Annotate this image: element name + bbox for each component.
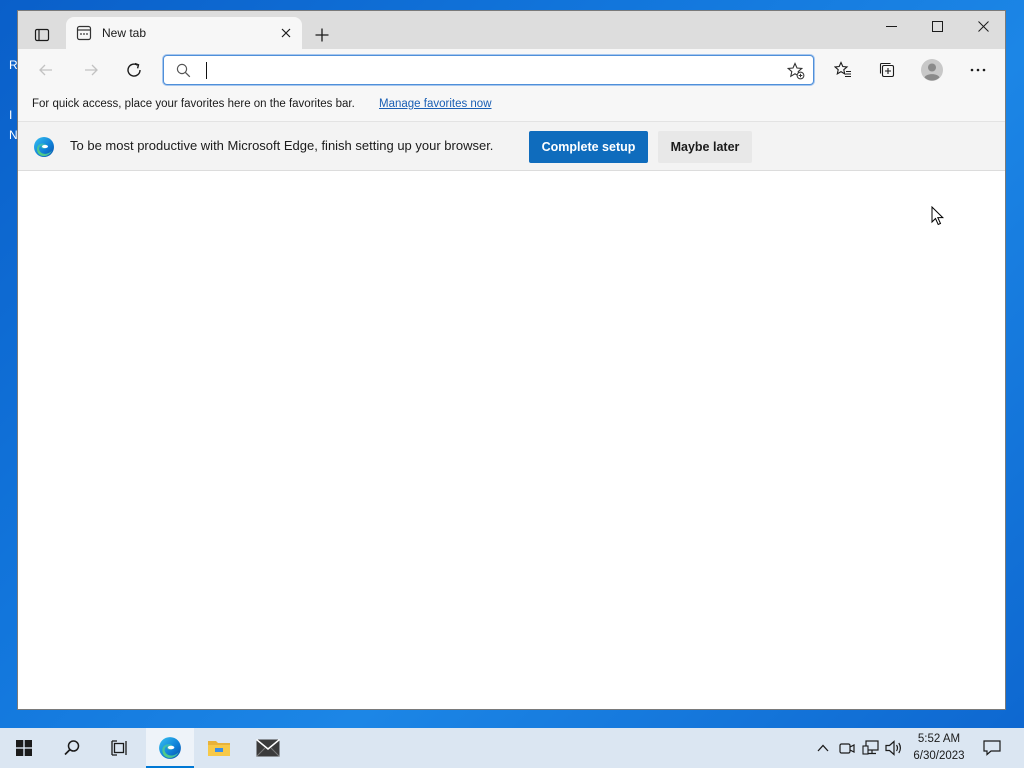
refresh-icon [127, 62, 141, 77]
favorites-button[interactable] [827, 56, 859, 84]
taskbar-mail[interactable] [244, 728, 292, 768]
tab-actions-button[interactable] [26, 19, 58, 51]
speaker-icon [885, 740, 901, 756]
minimize-button[interactable] [868, 11, 914, 41]
close-tab-button[interactable] [276, 23, 296, 43]
windows-start-icon [16, 740, 32, 756]
start-button[interactable] [0, 728, 48, 768]
task-view-button[interactable] [96, 728, 144, 768]
notification-icon [983, 740, 1001, 756]
address-bar[interactable] [163, 55, 814, 85]
chevron-up-icon [817, 744, 829, 752]
navigation-toolbar [18, 49, 1005, 91]
setup-infobar: To be most productive with Microsoft Edg… [18, 121, 1005, 171]
favorites-bar: For quick access, place your favorites h… [18, 91, 1005, 121]
back-arrow-icon [39, 64, 52, 76]
desktop-icon-letter: N [9, 128, 18, 142]
taskbar-file-explorer[interactable] [195, 728, 243, 768]
minimize-icon [885, 25, 897, 27]
maximize-button[interactable] [914, 11, 960, 41]
search-icon [64, 740, 80, 756]
action-center-button[interactable] [980, 736, 1004, 760]
edge-browser-window: New tab For quick access, place your fav… [17, 10, 1006, 710]
text-caret [206, 62, 207, 79]
plus-icon [315, 28, 329, 42]
new-tab-button[interactable] [310, 23, 334, 47]
clock-date: 6/30/2023 [913, 750, 965, 762]
network-icon [862, 740, 879, 755]
mouse-pointer-icon [931, 206, 945, 226]
maximize-icon [931, 20, 943, 32]
desktop-icon-labels: R I N [0, 55, 18, 145]
tab-new-tab[interactable]: New tab [66, 17, 302, 49]
favorites-star-list-icon [834, 61, 851, 78]
forward-button[interactable] [75, 56, 107, 84]
taskbar-search-button[interactable] [48, 728, 96, 768]
avatar-icon [921, 59, 943, 81]
manage-favorites-link[interactable]: Manage favorites now [379, 98, 492, 110]
tab-title: New tab [102, 26, 147, 40]
show-hidden-icons-button[interactable] [814, 739, 832, 757]
taskbar-clock[interactable]: 5:52 AM 6/30/2023 [906, 731, 972, 765]
maybe-later-button[interactable]: Maybe later [658, 131, 752, 163]
mail-icon [256, 739, 280, 757]
file-explorer-icon [208, 741, 230, 756]
infobar-message: To be most productive with Microsoft Edg… [70, 138, 494, 153]
back-button[interactable] [30, 56, 62, 84]
close-icon [977, 20, 989, 32]
title-bar: New tab [18, 11, 1005, 49]
new-tab-page-icon [76, 25, 92, 41]
taskbar: 5:52 AM 6/30/2023 [0, 728, 1024, 768]
camera-icon [839, 743, 855, 754]
clock-time: 5:52 AM [917, 733, 961, 745]
taskbar-edge[interactable] [146, 728, 194, 768]
desktop-icon-letter: I [9, 108, 13, 122]
tab-actions-icon [34, 28, 50, 42]
refresh-button[interactable] [118, 56, 150, 84]
collections-button[interactable] [871, 56, 903, 84]
address-input[interactable] [204, 60, 768, 82]
profile-button[interactable] [916, 56, 948, 84]
task-view-icon [111, 740, 127, 756]
more-dots-icon [970, 68, 986, 72]
volume-tray[interactable] [885, 739, 903, 757]
forward-arrow-icon [85, 64, 98, 76]
edge-logo-icon [34, 137, 54, 157]
close-window-button[interactable] [960, 11, 1005, 41]
search-icon [176, 63, 191, 78]
desktop-icon-letter: R [9, 58, 18, 72]
settings-more-button[interactable] [962, 56, 994, 84]
collections-icon [879, 62, 895, 78]
close-icon [281, 28, 291, 38]
add-favorite-star-icon [787, 62, 805, 80]
complete-setup-button[interactable]: Complete setup [529, 131, 648, 163]
page-content[interactable] [18, 171, 1005, 709]
edge-icon [159, 737, 181, 759]
favorites-bar-hint: For quick access, place your favorites h… [32, 98, 355, 110]
meet-now-tray[interactable] [838, 739, 856, 757]
network-tray[interactable] [862, 739, 880, 757]
